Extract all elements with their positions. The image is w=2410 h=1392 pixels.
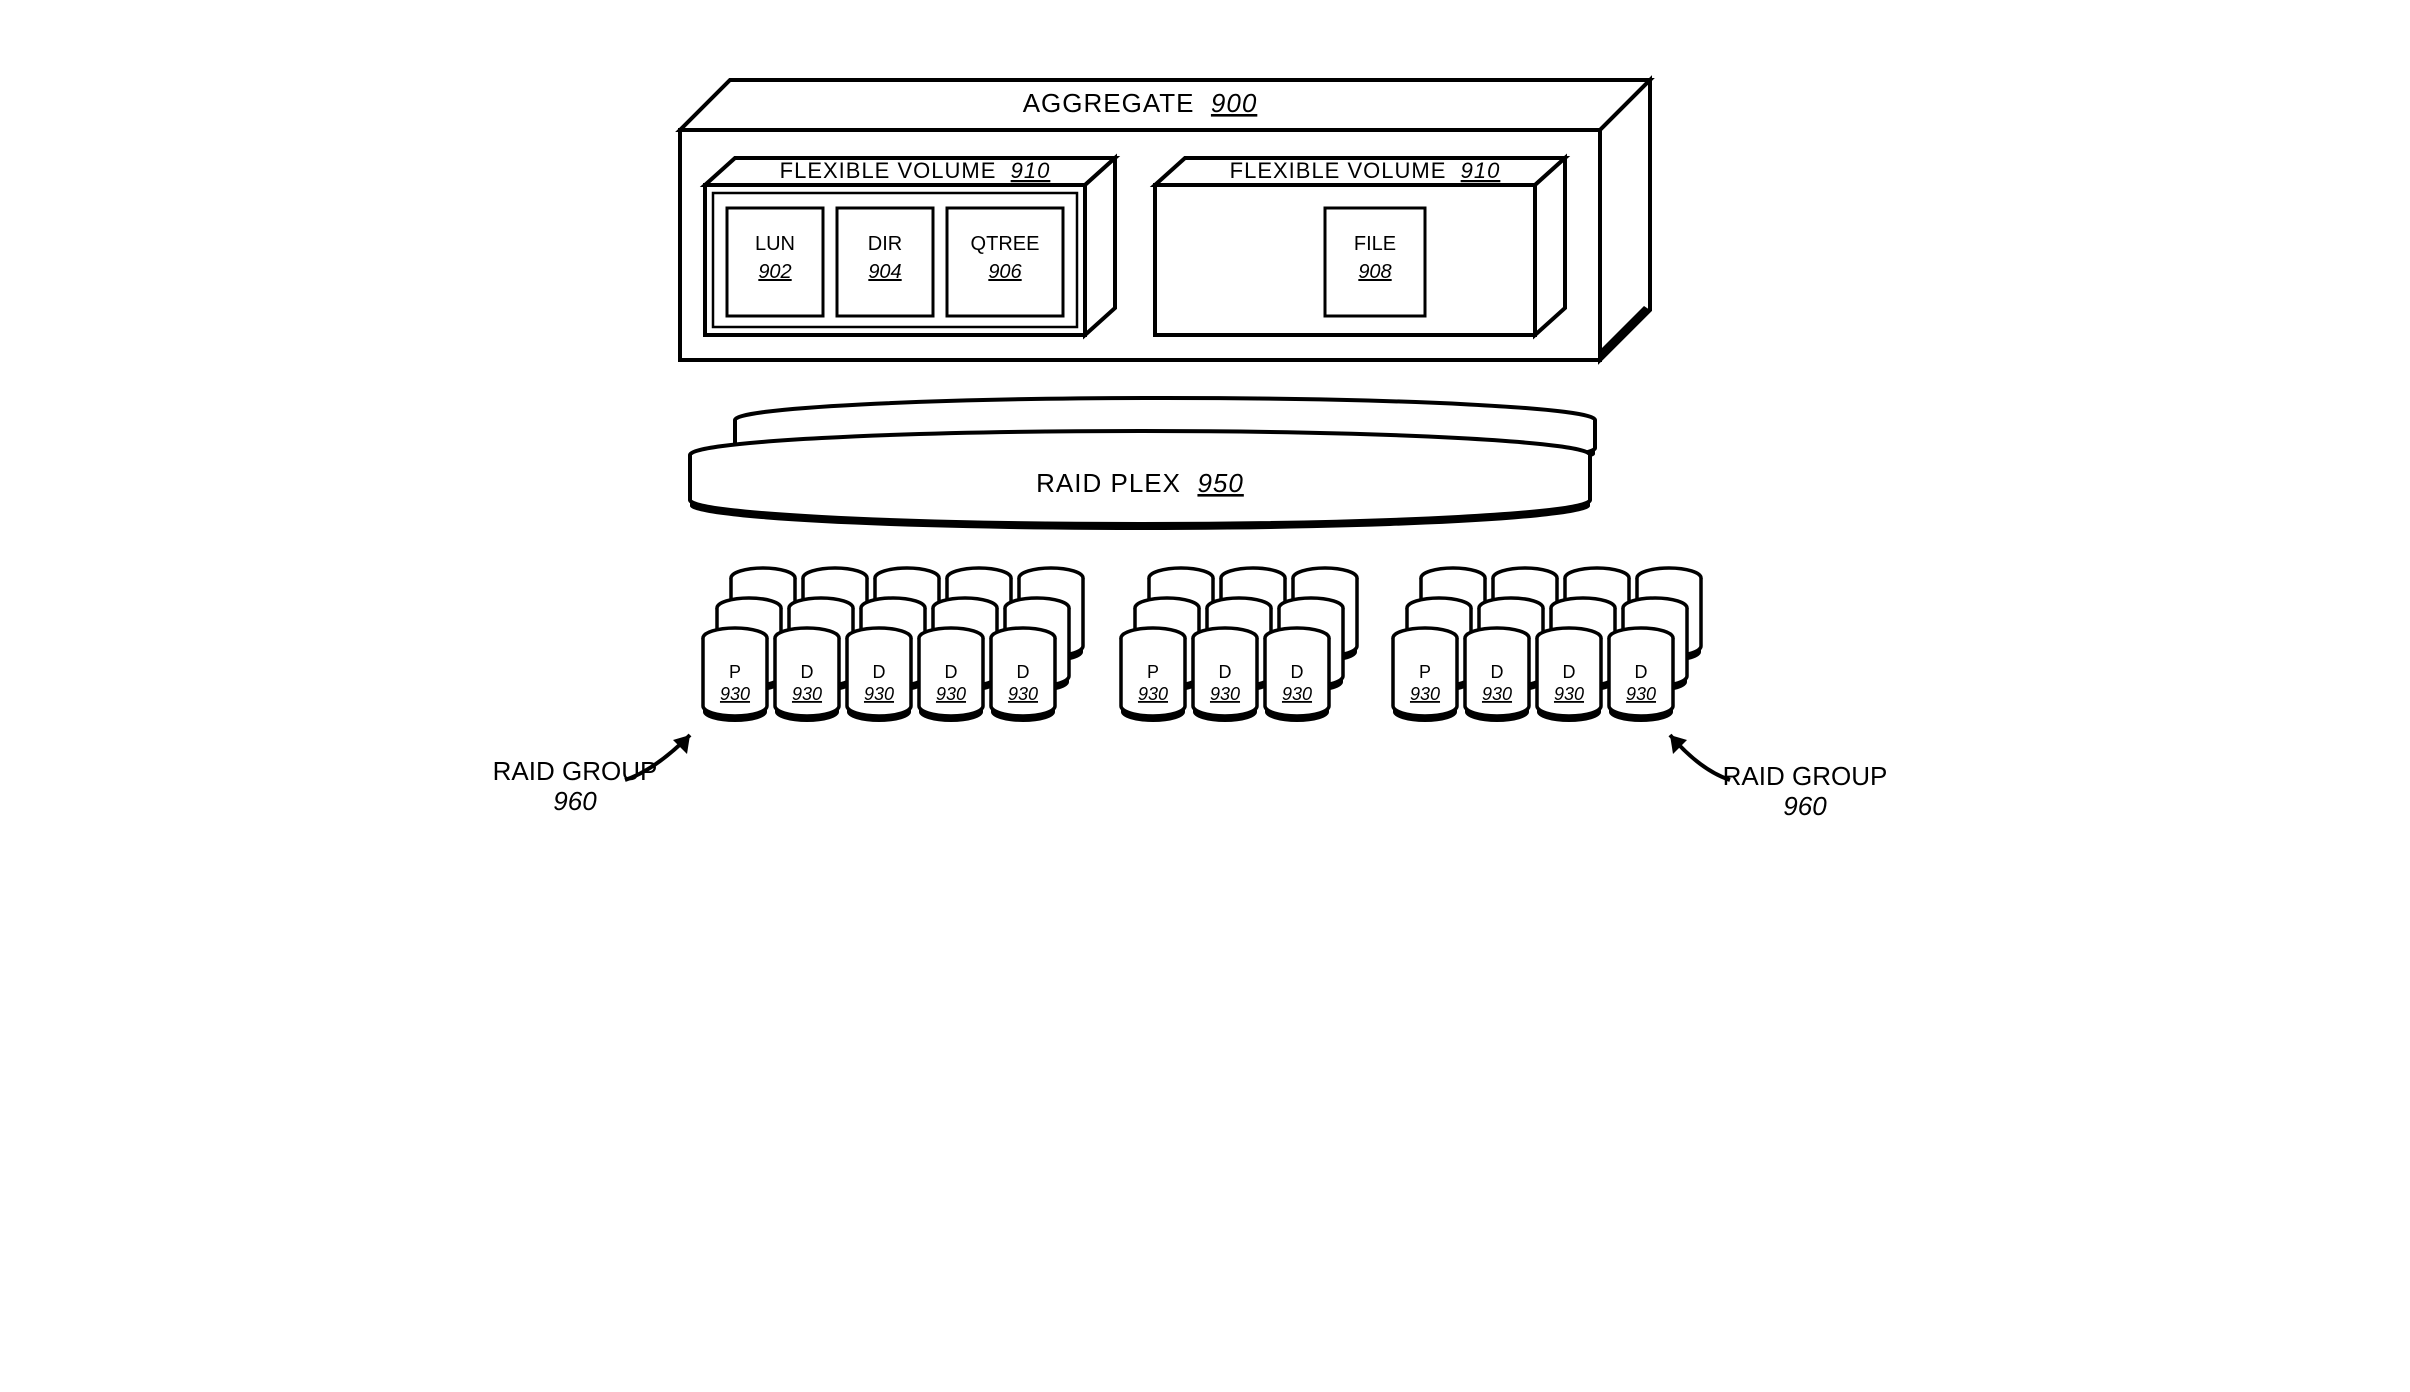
svg-text:D: D	[1291, 662, 1304, 682]
flexvol-left-ref: 910	[1011, 158, 1051, 183]
raidgroup-right-label: RAID GROUP	[1723, 761, 1888, 791]
flexvol-left: FLEXIBLE VOLUME 910 LUN 902 DIR 904 QTRE…	[705, 158, 1115, 335]
callout-left: RAID GROUP 960	[493, 735, 690, 816]
plex-ref: 950	[1197, 468, 1243, 498]
svg-text:D: D	[873, 662, 886, 682]
svg-text:930: 930	[1626, 684, 1656, 704]
svg-text:P: P	[1147, 662, 1159, 682]
raidgroup-left-label: RAID GROUP	[493, 756, 658, 786]
file-ref: 908	[1358, 261, 1391, 283]
file-box: FILE 908	[1325, 208, 1425, 316]
svg-text:930: 930	[864, 684, 894, 704]
raid-plex: RAID PLEX 950	[690, 398, 1595, 530]
flexvol-left-label: FLEXIBLE VOLUME	[780, 158, 997, 183]
lun-box: LUN 902	[727, 208, 823, 316]
svg-text:FLEXIBLE VOLUME 910: FLEXIBLE VOLUME 910	[1230, 158, 1501, 183]
aggregate-ref: 900	[1211, 88, 1257, 118]
svg-text:D: D	[1017, 662, 1030, 682]
svg-text:AGGREGATE 900: AGGREGATE 900	[1023, 88, 1258, 118]
svg-text:RAID PLEX 950: RAID PLEX 950	[1036, 468, 1244, 498]
aggregate-label: AGGREGATE	[1023, 88, 1195, 118]
raidgroup-right-ref: 960	[1783, 791, 1827, 821]
svg-text:930: 930	[1410, 684, 1440, 704]
dir-box: DIR 904	[837, 208, 933, 316]
svg-text:D: D	[801, 662, 814, 682]
svg-text:930: 930	[1482, 684, 1512, 704]
flexvol-right: FLEXIBLE VOLUME 910 FILE 908	[1155, 158, 1565, 335]
qtree-box: QTREE 906	[947, 208, 1063, 316]
storage-hierarchy-diagram: AGGREGATE 900 FLEXIBLE VOLUME 910 LUN 90…	[475, 40, 1935, 890]
lun-label: LUN	[755, 233, 795, 255]
svg-text:D: D	[1491, 662, 1504, 682]
dir-ref: 904	[868, 261, 901, 283]
lun-ref: 902	[758, 261, 791, 283]
flexvol-right-ref: 910	[1461, 158, 1501, 183]
svg-text:930: 930	[1138, 684, 1168, 704]
svg-text:930: 930	[720, 684, 750, 704]
svg-text:D: D	[945, 662, 958, 682]
svg-text:930: 930	[1210, 684, 1240, 704]
plex-label: RAID PLEX	[1036, 468, 1181, 498]
qtree-ref: 906	[988, 261, 1022, 283]
svg-text:D: D	[1563, 662, 1576, 682]
raidgroup-left-ref: 960	[553, 786, 597, 816]
svg-text:D: D	[1219, 662, 1232, 682]
svg-text:930: 930	[1554, 684, 1584, 704]
svg-text:930: 930	[1282, 684, 1312, 704]
dir-label: DIR	[868, 233, 902, 255]
qtree-label: QTREE	[971, 233, 1040, 255]
svg-text:FLEXIBLE VOLUME 910: FLEXIBLE VOLUME 910	[780, 158, 1051, 183]
svg-text:930: 930	[1008, 684, 1038, 704]
svg-text:P: P	[1419, 662, 1431, 682]
callout-right: RAID GROUP 960	[1670, 735, 1887, 821]
svg-text:P: P	[729, 662, 741, 682]
svg-text:930: 930	[792, 684, 822, 704]
svg-text:930: 930	[936, 684, 966, 704]
flexvol-right-label: FLEXIBLE VOLUME	[1230, 158, 1447, 183]
svg-text:D: D	[1635, 662, 1648, 682]
file-label: FILE	[1354, 233, 1396, 255]
